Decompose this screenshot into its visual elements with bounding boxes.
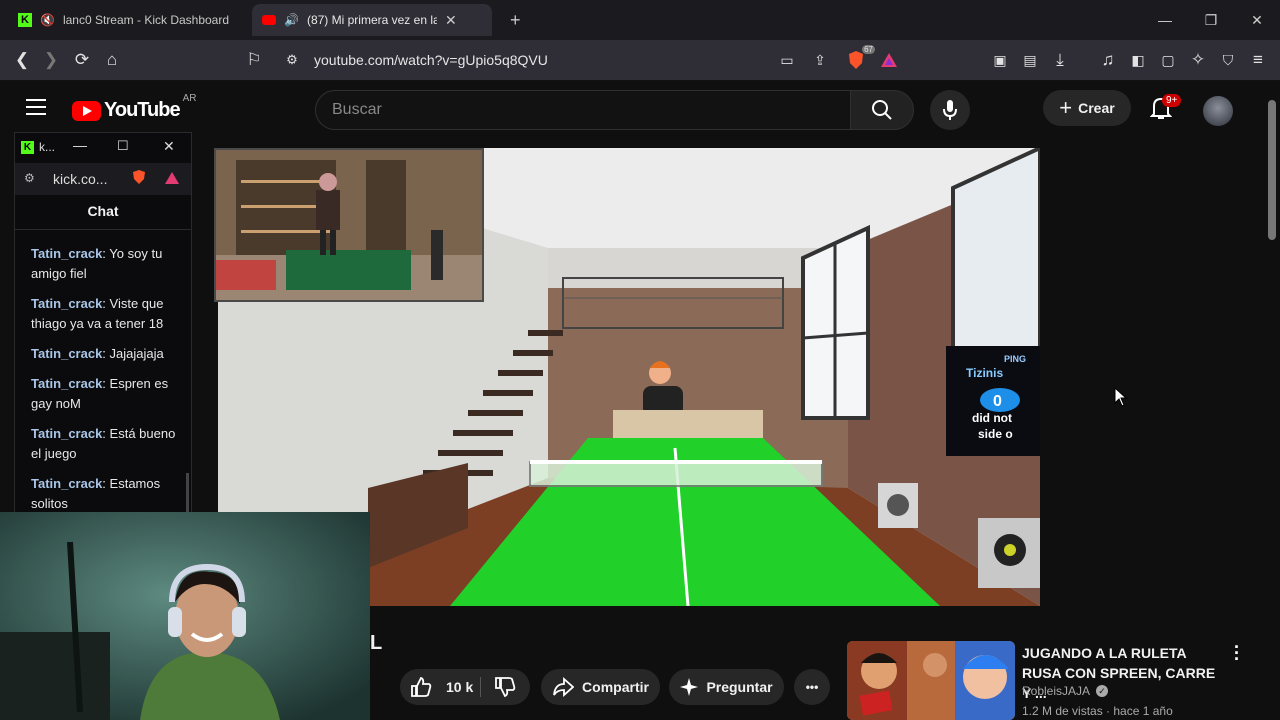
youtube-play-icon	[72, 100, 101, 121]
plus-icon: +	[1059, 95, 1073, 120]
minimize-icon[interactable]: —	[1142, 0, 1188, 40]
brave-count-badge: 67	[862, 45, 875, 54]
leo-ai-icon[interactable]: ✧	[1187, 49, 1209, 71]
brave-rewards-icon[interactable]	[164, 171, 180, 190]
channel-name: RobleisJAJA	[1022, 684, 1091, 698]
chat-message: Tatin_crack: Está bueno el juego	[31, 426, 176, 461]
chat-message: Tatin_crack: Yo soy tu amigo fiel	[31, 246, 163, 281]
thumbs-up-icon	[411, 676, 432, 697]
site-info-icon[interactable]: ⚙	[24, 171, 35, 185]
browser-tab-bar: K 🔇 lanc0 Stream - Kick Dashboard 🔊 (87)…	[0, 0, 1280, 40]
restore-icon[interactable]: ❐	[1188, 0, 1234, 40]
create-label: Crear	[1078, 100, 1115, 116]
webcam-overlay-streamer	[0, 512, 370, 720]
brave-shield-icon[interactable]	[132, 169, 146, 190]
thumbs-down-icon[interactable]	[494, 676, 516, 698]
bookmark-icon[interactable]: ⚐	[243, 49, 265, 71]
like-count: 10 k	[446, 679, 474, 695]
chat-message: Tatin_crack: Estamos solitos	[31, 476, 161, 511]
close-window-icon[interactable]: ✕	[1234, 0, 1280, 40]
youtube-logo[interactable]: YouTube AR	[72, 93, 196, 122]
address-toolbar: ❮ ❯ ⟳ ⌂ ⚐ ⚙ youtube.com/watch?v=gUpio5q8…	[0, 40, 1280, 81]
kick-favicon-icon: K	[18, 13, 32, 27]
recommended-video-thumbnail[interactable]	[847, 641, 1015, 720]
youtube-favicon-icon	[262, 15, 276, 25]
like-button[interactable]: 10 k	[400, 669, 530, 705]
tab-youtube[interactable]: 🔊 (87) Mi primera vez en la REA ✕	[252, 4, 492, 36]
share-button[interactable]: Compartir	[541, 669, 660, 705]
chat-header: Chat	[87, 203, 119, 219]
webcam-overlay-room	[214, 148, 484, 302]
brave-shield-icon[interactable]: 67	[845, 45, 875, 71]
forward-icon[interactable]: ❯	[40, 49, 62, 71]
playlist-icon[interactable]: ▤	[1019, 49, 1041, 71]
voice-search-button[interactable]	[930, 90, 970, 130]
window-controls: — ❐ ✕	[1142, 0, 1280, 40]
back-icon[interactable]: ❮	[11, 49, 33, 71]
verified-icon: ✓	[1096, 685, 1109, 697]
minimize-icon[interactable]: —	[73, 137, 87, 153]
brave-rewards-icon[interactable]	[878, 49, 900, 71]
music-icon[interactable]: ♫	[1097, 49, 1119, 71]
popup-title: k...	[39, 140, 56, 154]
mute-icon[interactable]: 🔇	[40, 13, 55, 27]
mouse-cursor-icon	[1114, 387, 1128, 407]
maximize-icon[interactable]: ☐	[117, 138, 129, 154]
reader-icon[interactable]: ▣	[989, 49, 1011, 71]
popup-url[interactable]: kick.co...	[53, 171, 107, 187]
url-field[interactable]: youtube.com/watch?v=gUpio5q8QVU	[314, 52, 548, 68]
video-msg: did not	[972, 411, 1012, 425]
share-icon[interactable]: ⇪	[809, 49, 831, 71]
video-ping-text: PING	[1004, 354, 1026, 364]
speaker-icon[interactable]: 🔊	[284, 13, 299, 27]
new-tab-button[interactable]: +	[500, 4, 530, 36]
chat-message: Tatin_crack: Jajajajaja	[31, 346, 164, 361]
hamburger-menu-icon[interactable]	[26, 99, 46, 115]
notifications-button[interactable]: 9+	[1149, 94, 1182, 125]
search-icon	[872, 100, 892, 120]
ask-label: Preguntar	[706, 679, 773, 695]
avatar[interactable]	[1203, 96, 1233, 126]
video-score-name: Tizinis	[966, 366, 1003, 380]
tab-kick-dashboard[interactable]: K 🔇 lanc0 Stream - Kick Dashboard	[8, 4, 248, 36]
chat-message: Tatin_crack: Espren es gay noM	[31, 376, 169, 411]
microphone-icon	[943, 100, 957, 120]
sidebar-icon[interactable]: ◧	[1127, 49, 1149, 71]
video-msg2: side o	[978, 427, 1013, 441]
kick-chat-popup: K k... — ☐ ✕ ⚙ kick.co... Chat Tatin_cra…	[14, 132, 192, 514]
share-label: Compartir	[582, 679, 649, 695]
sparkle-icon	[680, 678, 699, 696]
youtube-logo-text: YouTube	[104, 99, 181, 121]
download-icon[interactable]: ⤓	[1049, 49, 1071, 71]
close-icon[interactable]: ✕	[163, 138, 175, 155]
tab-label: (87) Mi primera vez en la REA	[306, 13, 437, 27]
ask-button[interactable]: Preguntar	[669, 669, 784, 705]
create-button[interactable]: + Crear	[1043, 90, 1131, 126]
region-code: AR	[182, 93, 197, 104]
recommended-meta: 1.2 M de vistas · hace 1 año	[1022, 704, 1173, 718]
more-actions-button[interactable]: •••	[794, 669, 830, 705]
search-button[interactable]	[850, 90, 914, 130]
search-input[interactable]: Buscar	[315, 90, 851, 130]
home-icon[interactable]: ⌂	[101, 49, 123, 71]
chat-scrollbar[interactable]	[186, 473, 189, 513]
notification-badge: 9+	[1162, 94, 1182, 107]
video-score-num: 0	[993, 393, 1002, 410]
kick-logo-icon: K	[21, 141, 34, 154]
kebab-menu-icon[interactable]: · · ·	[1234, 638, 1240, 668]
menu-icon[interactable]: ≡	[1247, 49, 1269, 71]
tab-label: lanc0 Stream - Kick Dashboard	[62, 13, 230, 27]
vpn-icon[interactable]: ⛉	[1217, 49, 1239, 71]
chat-message: Tatin_crack: Viste que thiago ya va a te…	[31, 296, 164, 331]
cast-icon[interactable]: ▭	[776, 49, 798, 71]
share-arrow-icon	[553, 677, 575, 697]
wallet-icon[interactable]: ▢	[1157, 49, 1179, 71]
close-tab-icon[interactable]: ✕	[445, 12, 457, 29]
recommended-channel[interactable]: RobleisJAJA ✓	[1022, 684, 1109, 698]
reload-icon[interactable]: ⟳	[71, 49, 93, 71]
page-scrollbar[interactable]	[1268, 100, 1276, 240]
video-title-fragment: L	[370, 632, 383, 654]
site-info-icon[interactable]: ⚙	[281, 49, 303, 71]
youtube-header: YouTube AR Buscar + Crear 9+	[0, 82, 1265, 138]
